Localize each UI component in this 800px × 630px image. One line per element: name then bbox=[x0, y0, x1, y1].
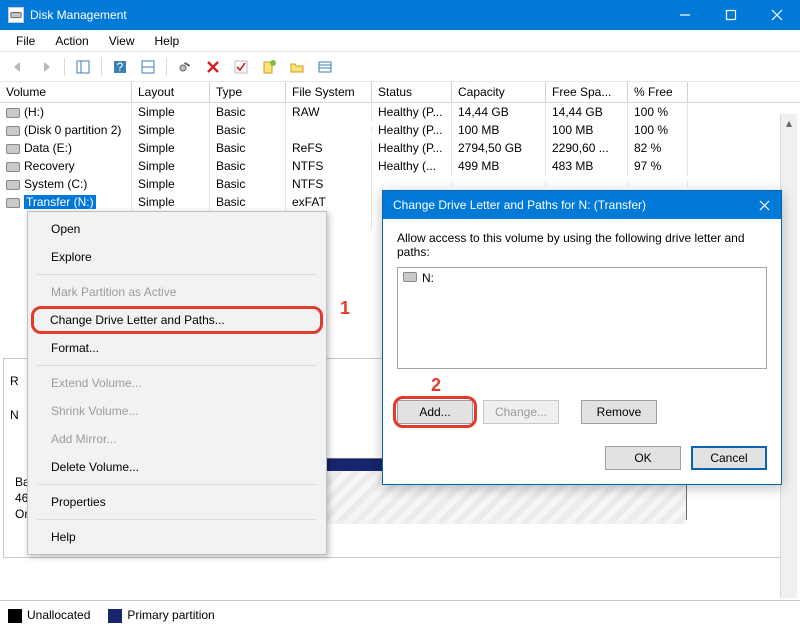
volume-row[interactable]: RecoverySimpleBasicNTFSHealthy (...499 M… bbox=[0, 157, 800, 175]
titlebar: Disk Management bbox=[0, 0, 800, 30]
legend: Unallocated Primary partition bbox=[0, 600, 800, 630]
list-view-button[interactable] bbox=[313, 56, 337, 78]
check-button[interactable] bbox=[229, 56, 253, 78]
col-layout[interactable]: Layout bbox=[132, 82, 210, 102]
delete-button[interactable] bbox=[201, 56, 225, 78]
path-entry[interactable]: N: bbox=[403, 271, 761, 285]
ctx-add-mirror: Add Mirror... bbox=[31, 425, 323, 453]
folder-button[interactable] bbox=[285, 56, 309, 78]
annotation-marker-1: 1 bbox=[340, 298, 350, 319]
new-button[interactable] bbox=[257, 56, 281, 78]
dialog-close-button[interactable] bbox=[747, 191, 781, 219]
ctx-format[interactable]: Format... bbox=[31, 334, 323, 362]
ctx-properties[interactable]: Properties bbox=[31, 488, 323, 516]
forward-button[interactable] bbox=[34, 56, 58, 78]
dialog-path-list[interactable]: N: bbox=[397, 267, 767, 369]
action-list-button[interactable] bbox=[136, 56, 160, 78]
app-icon bbox=[8, 7, 24, 23]
ctx-change-drive-letter[interactable]: Change Drive Letter and Paths... bbox=[31, 306, 323, 334]
annotation-marker-2: 2 bbox=[431, 375, 441, 395]
col-filesystem[interactable]: File System bbox=[286, 82, 372, 102]
ctx-extend-volume: Extend Volume... bbox=[31, 369, 323, 397]
toolbar: ? bbox=[0, 52, 800, 82]
ctx-help[interactable]: Help bbox=[31, 523, 323, 551]
col-status[interactable]: Status bbox=[372, 82, 452, 102]
change-drive-letter-dialog: Change Drive Letter and Paths for N: (Tr… bbox=[382, 190, 782, 485]
dialog-remove-button[interactable]: Remove bbox=[581, 400, 657, 424]
show-hide-tree-button[interactable] bbox=[71, 56, 95, 78]
col-capacity[interactable]: Capacity bbox=[452, 82, 546, 102]
menu-file[interactable]: File bbox=[6, 32, 45, 50]
settings-button[interactable] bbox=[173, 56, 197, 78]
ctx-explore[interactable]: Explore bbox=[31, 243, 323, 271]
ctx-shrink-volume: Shrink Volume... bbox=[31, 397, 323, 425]
ctx-delete-volume[interactable]: Delete Volume... bbox=[31, 453, 323, 481]
volume-row[interactable]: (Disk 0 partition 2)SimpleBasicHealthy (… bbox=[0, 121, 800, 139]
col-volume[interactable]: Volume bbox=[0, 82, 132, 102]
maximize-button[interactable] bbox=[708, 0, 754, 30]
col-freespace[interactable]: Free Spa... bbox=[546, 82, 628, 102]
menu-view[interactable]: View bbox=[99, 32, 145, 50]
help-button[interactable]: ? bbox=[108, 56, 132, 78]
minimize-button[interactable] bbox=[662, 0, 708, 30]
back-button[interactable] bbox=[6, 56, 30, 78]
menubar: File Action View Help bbox=[0, 30, 800, 52]
dialog-add-button[interactable]: Add... bbox=[397, 400, 473, 424]
context-menu: Open Explore Mark Partition as Active Ch… bbox=[27, 211, 327, 555]
dialog-title: Change Drive Letter and Paths for N: (Tr… bbox=[393, 198, 747, 212]
menu-help[interactable]: Help bbox=[145, 32, 190, 50]
svg-text:?: ? bbox=[117, 60, 124, 74]
volume-row[interactable]: (H:)SimpleBasicRAWHealthy (P...14,44 GB1… bbox=[0, 103, 800, 121]
dialog-instruction: Allow access to this volume by using the… bbox=[397, 231, 767, 259]
menu-action[interactable]: Action bbox=[45, 32, 98, 50]
vertical-scrollbar[interactable]: ▴ bbox=[780, 114, 797, 598]
dialog-ok-button[interactable]: OK bbox=[605, 446, 681, 470]
drive-icon bbox=[403, 272, 417, 282]
col-pctfree[interactable]: % Free bbox=[628, 82, 688, 102]
volume-row[interactable]: Data (E:)SimpleBasicReFSHealthy (P...279… bbox=[0, 139, 800, 157]
dialog-cancel-button[interactable]: Cancel bbox=[691, 446, 767, 470]
scroll-up-icon[interactable]: ▴ bbox=[781, 114, 797, 131]
col-type[interactable]: Type bbox=[210, 82, 286, 102]
legend-swatch-unallocated bbox=[8, 609, 22, 623]
close-button[interactable] bbox=[754, 0, 800, 30]
legend-swatch-primary bbox=[108, 609, 122, 623]
window-title: Disk Management bbox=[30, 8, 662, 22]
volume-list-header: Volume Layout Type File System Status Ca… bbox=[0, 82, 800, 103]
ctx-open[interactable]: Open bbox=[31, 215, 323, 243]
ctx-mark-active: Mark Partition as Active bbox=[31, 278, 323, 306]
dialog-change-button: Change... bbox=[483, 400, 559, 424]
